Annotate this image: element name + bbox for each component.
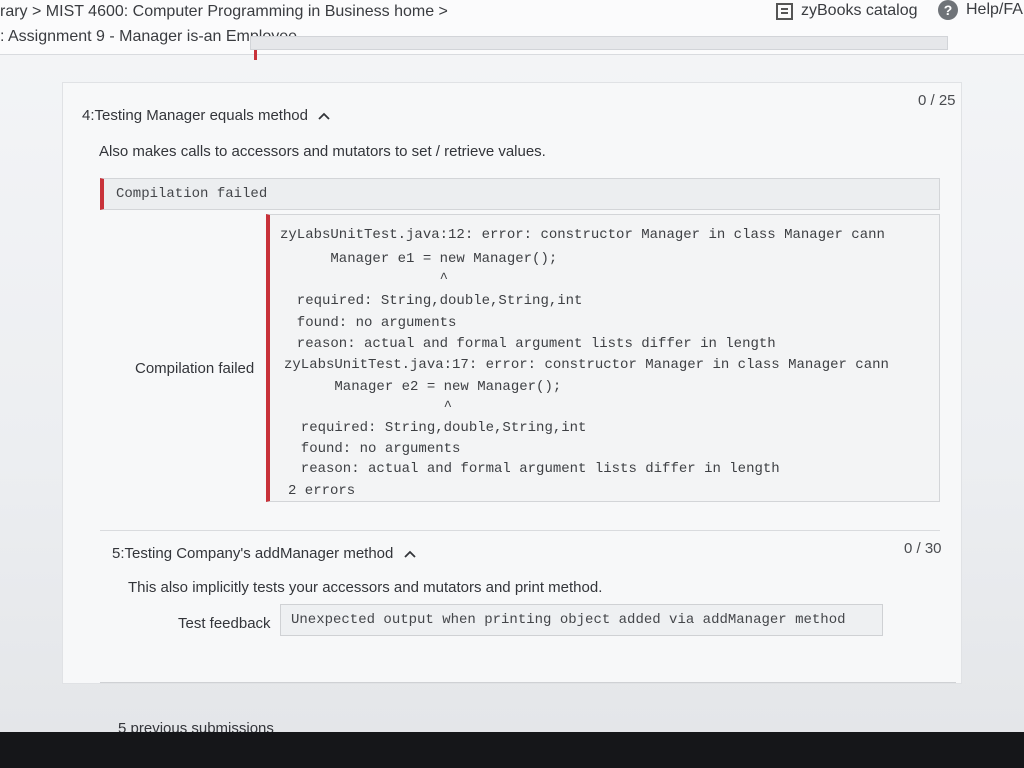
test5-score: 0 / 30 [904,540,942,557]
card-bottom-border [100,682,956,683]
help-link[interactable]: ? Help/FA [938,0,1023,20]
error-line: reason: actual and formal argument lists… [284,461,780,477]
error-line: ^ [284,399,453,415]
chevron-up-icon [318,112,330,120]
compile-status-box: Compilation failed [100,178,940,210]
feedback-label: Test feedback [178,615,271,632]
error-line: reason: actual and formal argument lists… [280,336,776,352]
chevron-up-icon [403,550,416,558]
error-line: found: no arguments [284,441,461,457]
error-line: found: no arguments [280,315,457,331]
feedback-text: Unexpected output when printing object a… [291,612,846,628]
accent-marker [254,50,257,60]
error-line: Manager e1 = new Manager(); [280,251,558,267]
screen-bezel [0,732,1024,768]
help-label: Help/FA [966,1,1023,18]
section-divider [100,530,940,531]
feedback-output-box: Unexpected output when printing object a… [280,604,883,636]
test4-title: 4:Testing Manager equals method [82,107,308,124]
error-line: zyLabsUnitTest.java:12: error: construct… [280,227,885,243]
error-line: ^ [280,271,449,287]
breadcrumb[interactable]: rary > MIST 4600: Computer Programming i… [0,3,448,21]
row-label: Compilation failed [135,360,255,377]
compiler-output-box: zyLabsUnitTest.java:12: error: construct… [266,214,940,502]
test4-description: Also makes calls to accessors and mutato… [99,143,546,160]
zybooks-catalog-link[interactable]: zyBooks catalog [776,2,918,20]
test5-description: This also implicitly tests your accessor… [128,579,603,596]
test4-toggle[interactable]: 4:Testing Manager equals method [82,107,330,124]
error-line: 2 errors [288,483,356,499]
error-line: required: String,double,String,int [284,420,587,436]
error-line: Manager e2 = new Manager(); [284,379,562,395]
error-line: zyLabsUnitTest.java:17: error: construct… [284,357,889,373]
test5-toggle[interactable]: 5:Testing Company's addManager method [112,545,416,562]
test4-score: 0 / 25 [918,92,956,109]
test5-title: 5:Testing Company's addManager method [112,545,394,562]
help-icon: ? [938,0,958,20]
header-strip [250,36,948,50]
compile-status-text: Compilation failed [116,186,268,202]
catalog-icon [776,2,793,20]
error-line: required: String,double,String,int [280,293,583,309]
catalog-label: zyBooks catalog [801,2,918,19]
